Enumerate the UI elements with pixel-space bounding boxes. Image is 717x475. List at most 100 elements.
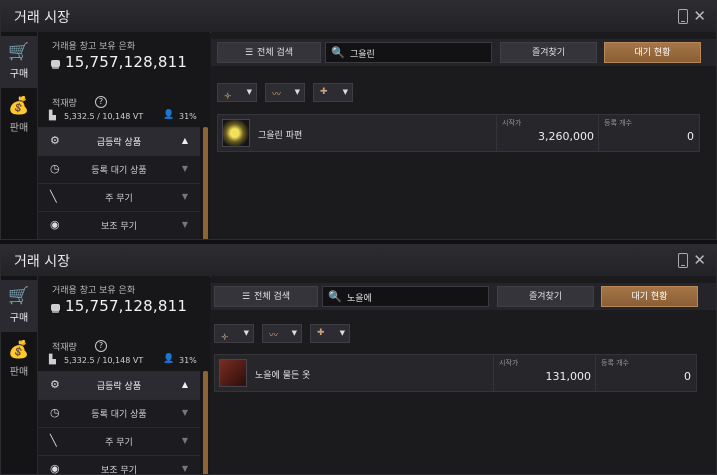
cart-icon: 🛒 [8, 42, 30, 62]
chevron-up-icon: ▲ [181, 380, 188, 389]
listing-count-value: 0 [684, 370, 691, 383]
category-label: 주 무기 [105, 194, 133, 204]
favorites-label: 즐겨찾기 [528, 292, 563, 302]
listing-count-value: 0 [687, 130, 694, 143]
close-icon[interactable]: ✕ [693, 251, 706, 269]
category-label: 주 무기 [105, 438, 133, 448]
cart-icon: 🛒 [8, 286, 30, 306]
column-divider [598, 115, 599, 151]
category-main-weapon[interactable]: ╲ 주 무기 ▼ [38, 427, 200, 455]
silver-icon [51, 304, 60, 311]
favorites-button[interactable]: 즐겨찾기 [497, 286, 594, 307]
chevron-down-icon: ▼ [246, 88, 252, 96]
trend-icon: 〰 [272, 90, 282, 100]
chevron-down-icon: ▼ [342, 88, 348, 96]
warehouse-label: 거래용 창고 보유 은화 [52, 42, 136, 52]
help-icon[interactable]: ? [95, 340, 107, 352]
start-price-header: 시작가 [499, 359, 519, 367]
title-bar: 거래 시장 ✕ [1, 1, 716, 33]
window-title: 거래 시장 [14, 10, 70, 26]
column-divider [496, 115, 497, 151]
category-label: 보조 무기 [101, 466, 137, 475]
load-label: 적재량 [52, 99, 77, 109]
category-main-weapon[interactable]: ╲ 주 무기 ▼ [38, 183, 200, 211]
close-icon[interactable]: ✕ [693, 7, 706, 25]
search-bar: ☰ 전체 검색 🔍 노을에 즐겨찾기 대기 현황 [211, 283, 716, 310]
category-pending[interactable]: ◷ 등록 대기 상품 ▼ [38, 399, 200, 427]
chevron-down-icon: ▼ [294, 88, 300, 96]
weight-icon: ▙ [49, 355, 56, 365]
all-search-button[interactable]: ☰ 전체 검색 [214, 286, 318, 307]
money-bag-icon: 💰 [8, 96, 30, 116]
item-name: 그을린 파편 [258, 131, 303, 141]
category-scrollbar[interactable] [203, 371, 208, 474]
weight-text: 5,332.5 / 10,148 VT [64, 112, 144, 121]
pending-label: 대기 현황 [631, 292, 668, 302]
filter-dropdown-3[interactable]: ✚ ▼ [313, 83, 353, 102]
category-label: 등록 대기 상품 [91, 410, 147, 420]
category-label: 급등락 상품 [96, 138, 142, 148]
tab-buy[interactable]: 🛒 구매 [1, 280, 37, 332]
help-icon[interactable]: ? [95, 96, 107, 108]
list-icon: ☰ [244, 48, 254, 58]
category-scrollbar[interactable] [203, 127, 208, 239]
bag-icon: 🝊 [221, 333, 229, 343]
weight-text: 5,332.5 / 10,148 VT [64, 356, 144, 365]
pending-status-button[interactable]: 대기 현황 [604, 42, 701, 63]
search-icon: 🔍 [331, 46, 345, 59]
column-divider [493, 355, 494, 391]
silver-amount: 15,757,128,811 [65, 297, 188, 315]
tab-sell[interactable]: 💰 판매 [1, 334, 37, 386]
all-search-button[interactable]: ☰ 전체 검색 [217, 42, 321, 63]
search-input[interactable]: 🔍 노을에 [322, 286, 489, 307]
all-search-label: 전체 검색 [254, 292, 291, 302]
tab-buy-label: 구매 [9, 313, 29, 324]
list-item[interactable]: 노을에 물든 옷 시작가 131,000 등록 개수 0 [214, 354, 697, 392]
category-surge[interactable]: ⚙ 급등락 상품 ▲ [38, 127, 200, 155]
category-sub-weapon[interactable]: ◉ 보조 무기 ▼ [38, 455, 200, 475]
market-window-1: 거래 시장 ✕ 🛒 구매 💰 판매 거래용 창고 보유 은화 15,757,12… [0, 0, 717, 240]
silver-icon [51, 60, 60, 67]
start-price-header: 시작가 [502, 119, 522, 127]
main-content: ☰ 전체 검색 🔍 노을에 즐겨찾기 대기 현황 🝊 ▼ 〰 ▼ ✚ ▼ 노을에 물든 … [211, 276, 716, 474]
filter-dropdown-1[interactable]: 🝊 ▼ [214, 324, 254, 343]
plus-icon: ✚ [317, 328, 325, 338]
side-tabs: 🛒 구매 💰 판매 [1, 32, 38, 239]
item-name: 노을에 물든 옷 [255, 371, 311, 381]
chevron-up-icon: ▲ [181, 136, 188, 145]
filter-dropdown-3[interactable]: ✚ ▼ [310, 324, 350, 343]
category-surge[interactable]: ⚙ 급등락 상품 ▲ [38, 371, 200, 399]
category-label: 급등락 상품 [96, 382, 142, 392]
start-price-value: 3,260,000 [538, 130, 594, 143]
filter-dropdown-2[interactable]: 〰 ▼ [262, 324, 302, 343]
phone-icon[interactable] [678, 253, 688, 268]
category-label: 등록 대기 상품 [91, 166, 147, 176]
warehouse-label: 거래용 창고 보유 은화 [52, 286, 136, 296]
sidebar: 거래용 창고 보유 은화 15,757,128,811 적재량 ? ▙ 5,33… [38, 32, 210, 239]
chevron-down-icon: ▼ [181, 192, 188, 201]
search-icon: 🔍 [328, 290, 342, 303]
market-window-2: 거래 시장 ✕ 🛒 구매 💰 판매 거래용 창고 보유 은화 15,757,12… [0, 244, 717, 475]
list-item[interactable]: 그을린 파편 시작가 3,260,000 등록 개수 0 [217, 114, 700, 152]
filter-dropdown-2[interactable]: 〰 ▼ [265, 83, 305, 102]
load-label: 적재량 [52, 343, 77, 353]
trend-icon: 〰 [269, 331, 279, 341]
search-input[interactable]: 🔍 그을린 [325, 42, 492, 63]
weight-icon: ▙ [49, 111, 56, 121]
category-label: 보조 무기 [101, 222, 137, 232]
pending-status-button[interactable]: 대기 현황 [601, 286, 698, 307]
tab-buy-label: 구매 [9, 69, 29, 80]
tab-sell[interactable]: 💰 판매 [1, 90, 37, 142]
money-bag-icon: 💰 [8, 340, 30, 360]
tab-buy[interactable]: 🛒 구매 [1, 36, 37, 88]
person-icon: 👤 [163, 354, 175, 364]
shard-item-icon [222, 119, 250, 147]
tab-sell-label: 판매 [9, 123, 29, 134]
silver-amount: 15,757,128,811 [65, 53, 188, 71]
filter-dropdown-1[interactable]: 🝊 ▼ [217, 83, 257, 102]
category-sub-weapon[interactable]: ◉ 보조 무기 ▼ [38, 211, 200, 239]
chevron-down-icon: ▼ [339, 329, 345, 337]
favorites-button[interactable]: 즐겨찾기 [500, 42, 597, 63]
phone-icon[interactable] [678, 9, 688, 24]
category-pending[interactable]: ◷ 등록 대기 상품 ▼ [38, 155, 200, 183]
